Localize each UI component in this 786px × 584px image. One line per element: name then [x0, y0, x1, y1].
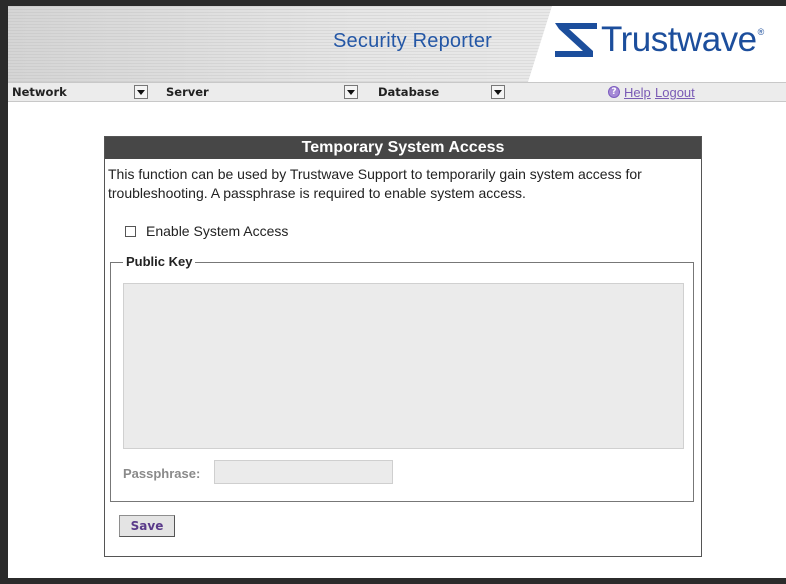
enable-system-access-label[interactable]: Enable System Access [146, 223, 288, 239]
trustwave-logo-icon [555, 23, 597, 57]
enable-system-access-checkbox[interactable] [125, 225, 136, 237]
chevron-down-icon[interactable] [344, 85, 358, 99]
passphrase-input[interactable] [214, 460, 393, 484]
help-icon[interactable]: ? [608, 86, 620, 98]
help-link[interactable]: Help [624, 85, 651, 100]
nav-item-network[interactable]: Network [12, 85, 67, 99]
logo-text: Trustwave [601, 20, 757, 59]
public-key-fieldset: Public Key Passphrase: [110, 254, 694, 502]
window-frame-bottom [0, 578, 786, 584]
public-key-legend: Public Key [123, 254, 196, 269]
trustwave-logo: Trustwave ® [555, 20, 764, 60]
public-key-textarea[interactable] [123, 283, 684, 449]
logout-link[interactable]: Logout [655, 85, 695, 100]
passphrase-label: Passphrase: [123, 466, 201, 481]
chevron-down-icon[interactable] [491, 85, 505, 99]
enable-system-access-row[interactable]: Enable System Access [125, 223, 288, 239]
panel-description: This function can be used by Trustwave S… [108, 166, 642, 201]
save-button[interactable]: Save [119, 515, 175, 537]
app-title: Security Reporter [333, 30, 493, 52]
nav-bar: Network Server Database ? Help Logout [8, 82, 786, 102]
logo-registered-mark: ® [757, 27, 765, 37]
panel-title: Temporary System Access [105, 137, 701, 159]
temporary-system-access-panel: Temporary System Access This function ca… [104, 136, 702, 557]
chevron-down-icon[interactable] [134, 85, 148, 99]
window-frame-left [0, 0, 8, 584]
nav-item-database[interactable]: Database [378, 85, 439, 99]
nav-item-server[interactable]: Server [166, 85, 209, 99]
